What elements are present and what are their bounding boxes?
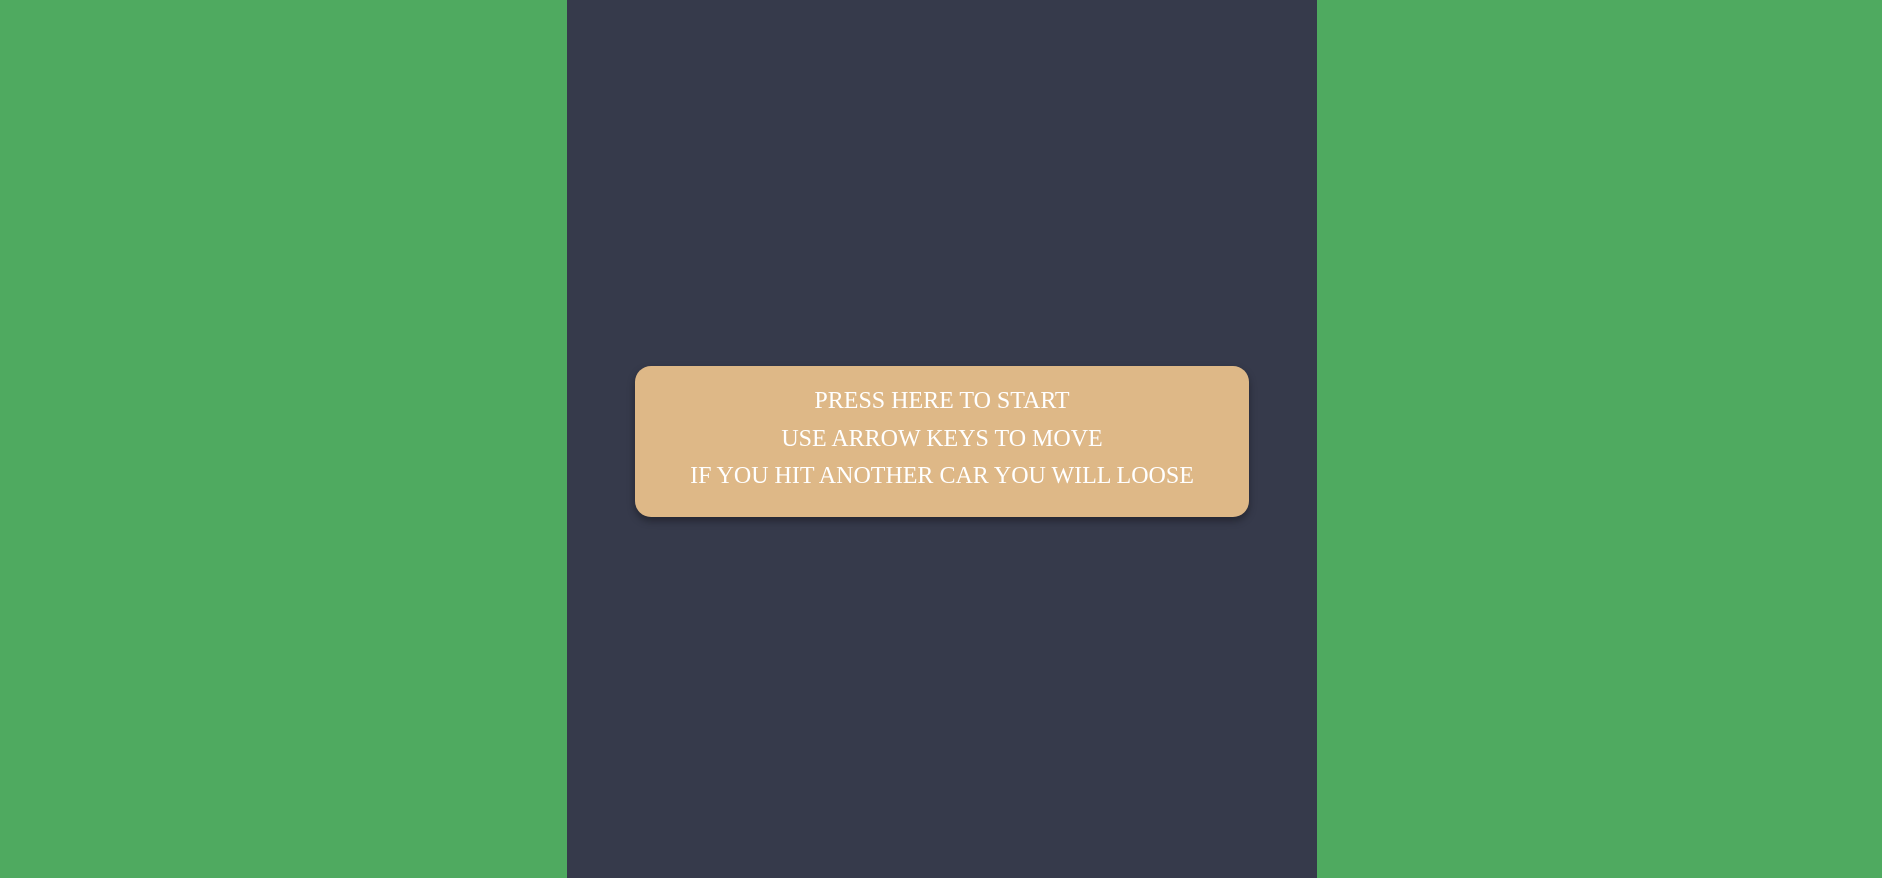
grass-left — [0, 0, 567, 878]
controls-instruction: USE ARROW KEYS TO MOVE — [781, 425, 1103, 452]
collision-warning: IF YOU HIT ANOTHER CAR YOU WILL LOOSE — [690, 463, 1194, 490]
start-button[interactable]: PRESS HERE TO START USE ARROW KEYS TO MO… — [635, 366, 1249, 517]
grass-right — [1317, 0, 1882, 878]
start-instruction: PRESS HERE TO START — [814, 388, 1070, 415]
